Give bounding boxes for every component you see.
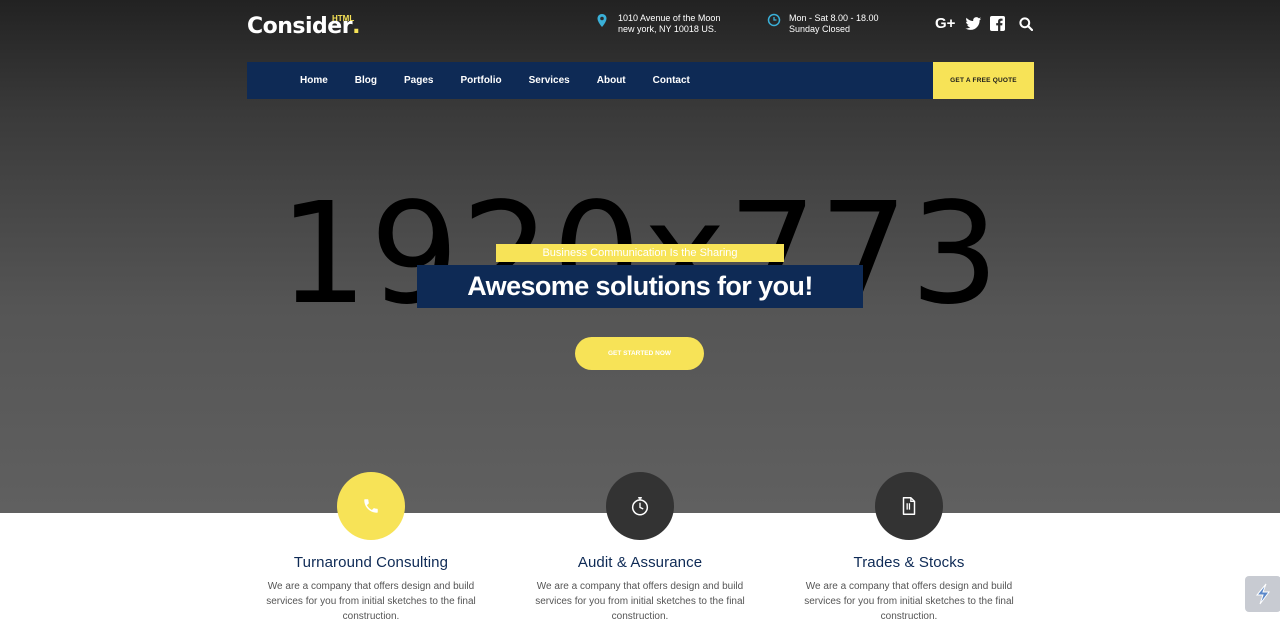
service-card: Turnaround Consulting We are a company t…: [251, 472, 491, 624]
nav-item-services[interactable]: Services: [529, 75, 570, 86]
twitter-icon[interactable]: [965, 16, 982, 31]
hero-headline: Awesome solutions for you!: [417, 265, 863, 308]
bolt-icon: [1255, 583, 1270, 605]
main-nav: Home Blog Pages Portfolio Services About…: [247, 62, 1033, 99]
service-icon-circle[interactable]: [337, 472, 405, 540]
address-info: 1010 Avenue of the Moon new york, NY 100…: [596, 13, 720, 35]
clock-icon: [767, 13, 781, 27]
service-card: Audit & Assurance We are a company that …: [520, 472, 760, 624]
service-title[interactable]: Trades & Stocks: [789, 554, 1029, 571]
hours-line-2: Sunday Closed: [789, 24, 851, 34]
service-title[interactable]: Audit & Assurance: [520, 554, 760, 571]
service-icon-circle[interactable]: [875, 472, 943, 540]
service-description: We are a company that offers design and …: [804, 581, 1014, 622]
hero-subtag: Business Communication Is the Sharing: [496, 244, 784, 262]
nav-item-blog[interactable]: Blog: [355, 75, 377, 86]
nav-item-contact[interactable]: Contact: [653, 75, 690, 86]
stopwatch-icon: [631, 497, 649, 516]
nav-item-about[interactable]: About: [597, 75, 626, 86]
hours-line-1: Mon - Sat 8.00 - 18.00: [789, 13, 879, 23]
document-icon: [902, 497, 916, 515]
service-description: We are a company that offers design and …: [535, 581, 745, 622]
hero-section: Consider. HTML 1010 Avenue of the Moon n…: [0, 0, 1280, 513]
hours-info: Mon - Sat 8.00 - 18.00 Sunday Closed: [767, 13, 879, 35]
nav-item-pages[interactable]: Pages: [404, 75, 433, 86]
floating-widget-button[interactable]: [1245, 576, 1280, 612]
address-line-2: new york, NY 10018 US.: [618, 24, 717, 34]
map-pin-icon: [597, 14, 607, 27]
get-started-button[interactable]: GET STARTED NOW: [575, 337, 704, 370]
get-quote-button[interactable]: GET A FREE QUOTE: [933, 62, 1034, 99]
logo-badge: HTML: [332, 14, 355, 23]
service-icon-circle[interactable]: [606, 472, 674, 540]
phone-icon: [364, 499, 378, 513]
facebook-icon[interactable]: [990, 16, 1006, 31]
google-plus-icon[interactable]: G+: [935, 15, 955, 32]
nav-item-portfolio[interactable]: Portfolio: [460, 75, 501, 86]
search-icon[interactable]: [1019, 16, 1034, 31]
service-title[interactable]: Turnaround Consulting: [251, 554, 491, 571]
nav-item-home[interactable]: Home: [300, 75, 328, 86]
address-line-1: 1010 Avenue of the Moon: [618, 13, 721, 23]
social-links: G+: [935, 15, 1034, 32]
service-description: We are a company that offers design and …: [266, 581, 476, 622]
service-card: Trades & Stocks We are a company that of…: [789, 472, 1029, 624]
logo[interactable]: Consider. HTML: [247, 14, 360, 39]
